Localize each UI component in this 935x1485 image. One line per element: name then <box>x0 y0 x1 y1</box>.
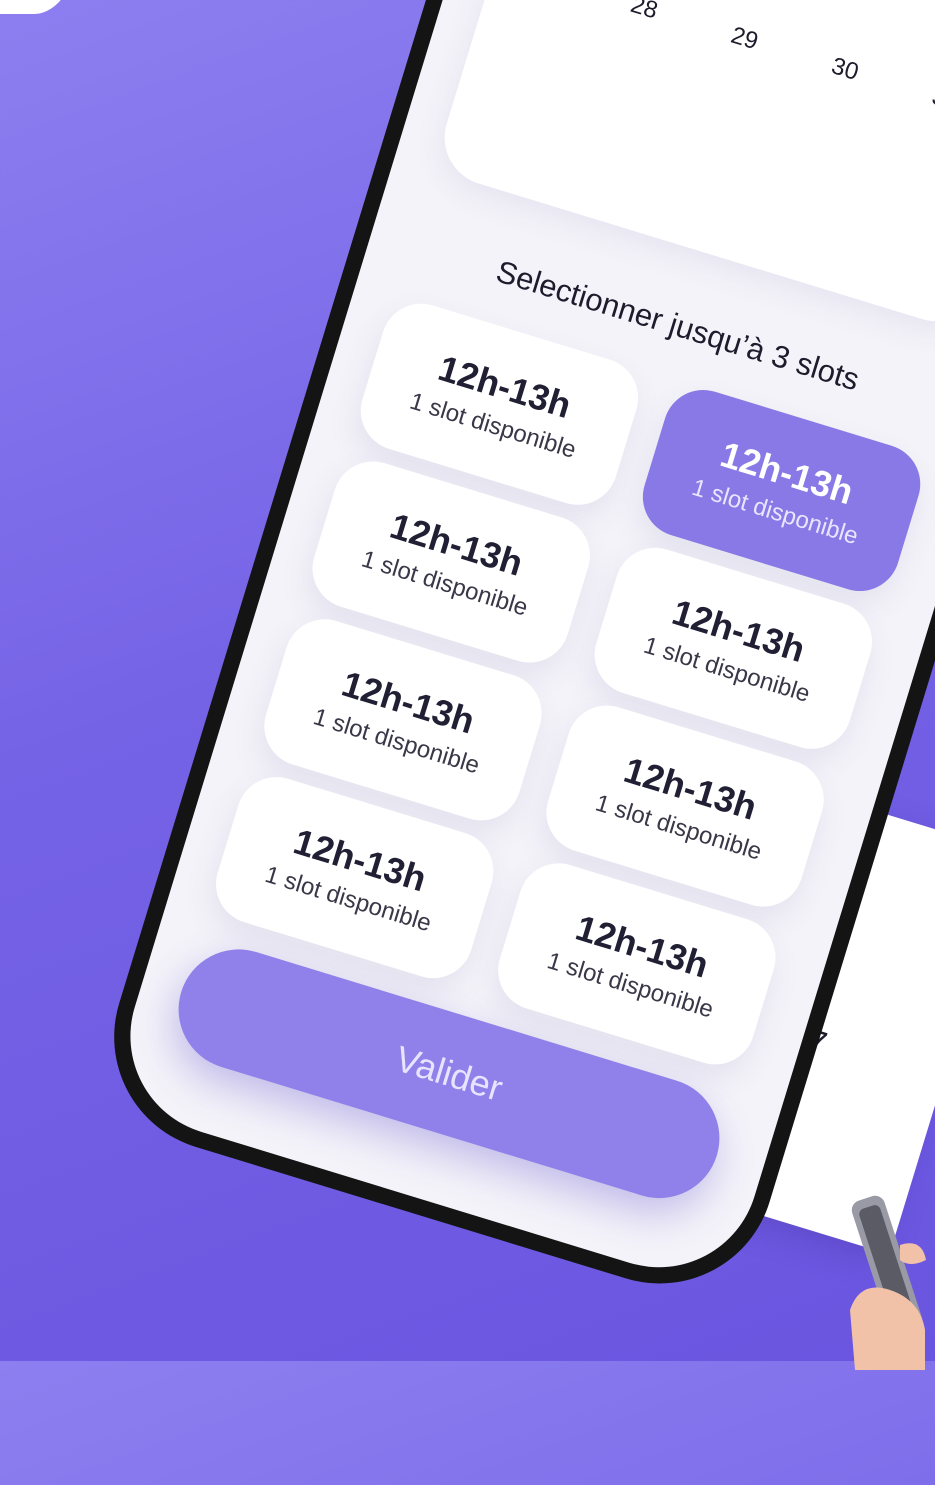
calendar-day[interactable]: 23 <box>837 0 903 10</box>
calendar-day[interactable]: 31 <box>913 78 935 122</box>
calendar-day[interactable]: 29 <box>712 17 778 61</box>
device-scene: 27 14 15 16 17 20 21 22 23 24 27 28 29 3… <box>0 0 935 1451</box>
calendar-day[interactable]: 30 <box>812 47 878 91</box>
calendar-day[interactable]: 28 <box>611 0 677 30</box>
hand-holding-phone-image <box>850 1195 926 1370</box>
corner-tab <box>0 0 67 14</box>
